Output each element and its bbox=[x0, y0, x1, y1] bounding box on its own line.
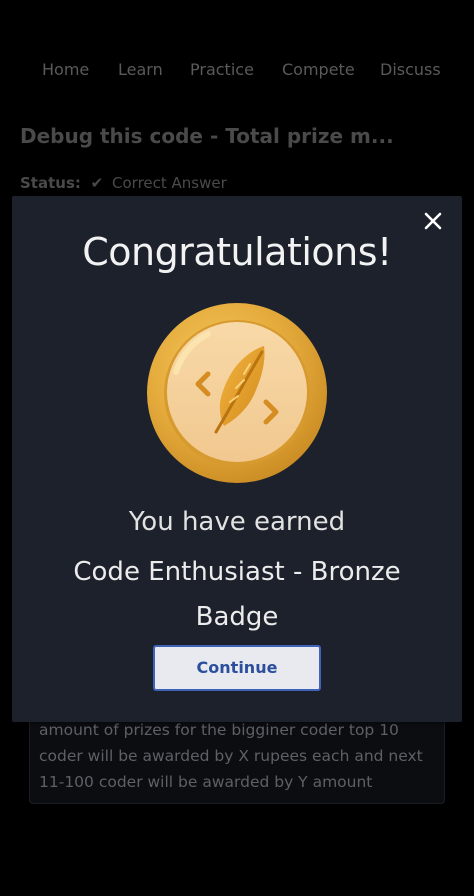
nav-discuss[interactable]: Discuss bbox=[380, 60, 441, 79]
status-row: Status: ✔ Correct Answer bbox=[20, 174, 227, 192]
nav-learn[interactable]: Learn bbox=[118, 60, 163, 79]
earned-text: You have earned bbox=[128, 507, 346, 537]
badge-modal: Congratulations! You have earned Code En… bbox=[12, 196, 462, 722]
continue-button[interactable]: Continue bbox=[153, 645, 321, 691]
problem-title: Debug this code - Total prize m... bbox=[20, 124, 394, 148]
nav-compete[interactable]: Compete bbox=[282, 60, 355, 79]
nav-practice[interactable]: Practice bbox=[190, 60, 254, 79]
problem-description: amount of prizes for the bigginer coder … bbox=[39, 721, 423, 791]
top-nav: Home Learn Practice Compete Discuss bbox=[0, 56, 474, 86]
status-label: Status: bbox=[20, 174, 81, 192]
checkmark-icon: ✔ bbox=[90, 174, 104, 192]
badge-name: Code Enthusiast - Bronze Badge bbox=[73, 557, 401, 632]
feather-code-badge-icon bbox=[146, 302, 328, 484]
modal-title: Congratulations! bbox=[82, 230, 392, 274]
status-value: Correct Answer bbox=[112, 174, 227, 192]
nav-home[interactable]: Home bbox=[42, 60, 89, 79]
